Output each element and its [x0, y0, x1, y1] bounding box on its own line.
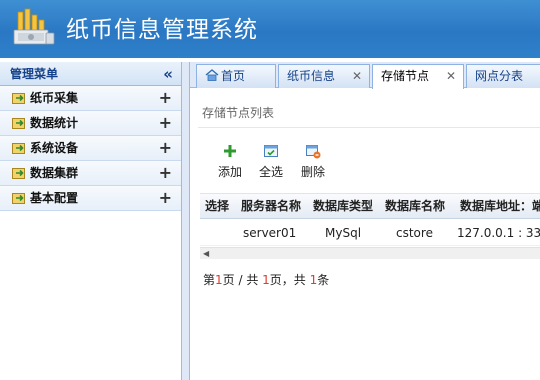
- add-button-label: 添加: [217, 165, 242, 179]
- delete-button[interactable]: 删除: [296, 143, 330, 180]
- column-header-server-name[interactable]: 服务器名称: [241, 194, 301, 219]
- delete-button-label: 删除: [300, 165, 325, 179]
- sidebar: 管理菜单 « 纸币采集 + 数据统计 + 系统设备 + 数据集群 + 基本配置 …: [0, 62, 182, 380]
- tab-label: 网点分表: [475, 69, 524, 83]
- app-title: 纸币信息管理系统: [66, 17, 258, 43]
- sidebar-item-label: 基本配置: [30, 191, 79, 205]
- tab-banknote-info[interactable]: 纸币信息 ✕: [278, 64, 370, 88]
- close-tab-icon[interactable]: ✕: [446, 65, 456, 87]
- sidebar-item-basic-config[interactable]: 基本配置 +: [0, 186, 181, 211]
- column-header-db-type[interactable]: 数据库类型: [313, 194, 373, 219]
- folder-arrow-icon: [12, 93, 25, 104]
- current-page: 1: [215, 273, 223, 287]
- pager-text: 第: [203, 273, 216, 287]
- sidebar-item-label: 纸币采集: [30, 91, 79, 105]
- cell-db-name: cstore: [396, 226, 433, 240]
- tab-branch-tables[interactable]: 网点分表: [466, 64, 540, 88]
- tab-bar: 首页 纸币信息 ✕ 存储节点 ✕ 网点分表: [190, 62, 540, 89]
- sidebar-item-label: 系统设备: [30, 141, 79, 155]
- sidebar-header: 管理菜单 «: [0, 62, 181, 86]
- expand-icon[interactable]: +: [159, 186, 172, 210]
- app-header: 纸币信息管理系统: [0, 0, 540, 58]
- folder-arrow-icon: [12, 143, 25, 154]
- total-pages: 1: [262, 273, 270, 287]
- add-icon: [224, 145, 236, 157]
- column-header-db-name[interactable]: 数据库名称: [385, 194, 445, 219]
- scroll-left-icon[interactable]: ◀: [203, 248, 209, 260]
- pagination-info: 第1页 / 共 1页，共 1条: [203, 271, 329, 288]
- tab-label: 纸币信息: [287, 69, 336, 83]
- folder-arrow-icon: [12, 193, 25, 204]
- sidebar-item-data-cluster[interactable]: 数据集群 +: [0, 161, 181, 186]
- expand-icon[interactable]: +: [159, 111, 172, 135]
- expand-icon[interactable]: +: [159, 161, 172, 185]
- select-all-icon: [264, 145, 278, 157]
- sidebar-item-system-devices[interactable]: 系统设备 +: [0, 136, 181, 161]
- tab-home[interactable]: 首页: [196, 64, 276, 88]
- folder-arrow-icon: [12, 168, 25, 179]
- panel-title: 存储节点列表: [202, 106, 275, 120]
- cell-server-name: server01: [243, 226, 297, 240]
- tab-label: 存储节点: [381, 69, 430, 83]
- folder-arrow-icon: [12, 118, 25, 129]
- main-content: 存储节点列表 添加 全选 删除 选择 服务器名称 数据库类型 数据库名称 数据库…: [190, 89, 540, 380]
- column-header-select[interactable]: 选择: [205, 194, 229, 219]
- layout-splitter[interactable]: [182, 62, 190, 380]
- sidebar-item-label: 数据统计: [30, 116, 79, 130]
- close-tab-icon[interactable]: ✕: [352, 65, 362, 87]
- pager-text: 页，共: [269, 273, 310, 287]
- cell-db-address: 127.0.0.1 : 3306: [457, 226, 540, 240]
- banknote-logo-icon: [13, 8, 55, 45]
- storage-node-table: 选择 服务器名称 数据库类型 数据库名称 数据库地址：端 server01 My…: [200, 193, 540, 261]
- horizontal-scrollbar[interactable]: ◀: [200, 247, 540, 259]
- expand-icon[interactable]: +: [159, 136, 172, 160]
- delete-icon: [306, 145, 321, 159]
- expand-icon[interactable]: +: [159, 86, 172, 110]
- table-header: 选择 服务器名称 数据库类型 数据库名称 数据库地址：端: [200, 193, 540, 219]
- add-button[interactable]: 添加: [213, 143, 247, 180]
- home-icon: [205, 69, 219, 81]
- sidebar-item-data-statistics[interactable]: 数据统计 +: [0, 111, 181, 136]
- tab-label: 首页: [221, 69, 246, 83]
- sidebar-item-banknote-collection[interactable]: 纸币采集 +: [0, 86, 181, 111]
- pager-text: 页 / 共: [222, 273, 263, 287]
- collapse-sidebar-icon[interactable]: «: [163, 62, 173, 86]
- sidebar-item-label: 数据集群: [30, 166, 79, 180]
- pager-text: 条: [317, 273, 330, 287]
- divider: [198, 127, 540, 128]
- cell-db-type: MySql: [325, 226, 362, 240]
- column-header-db-address[interactable]: 数据库地址：端: [460, 194, 540, 219]
- select-all-button[interactable]: 全选: [254, 143, 288, 180]
- sidebar-title: 管理菜单: [10, 67, 59, 81]
- select-all-button-label: 全选: [258, 165, 283, 179]
- table-row[interactable]: server01 MySql cstore 127.0.0.1 : 3306: [200, 220, 540, 246]
- tab-storage-nodes[interactable]: 存储节点 ✕: [372, 64, 464, 89]
